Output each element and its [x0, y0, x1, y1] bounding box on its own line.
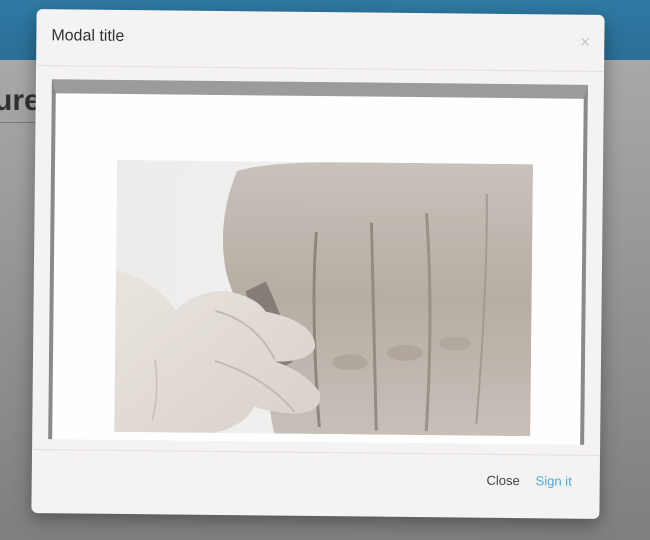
modal-title: Modal title	[51, 27, 125, 45]
modal-header: Modal title ×	[36, 9, 605, 72]
modal-footer: Close Sign it	[31, 449, 601, 520]
background-divider	[0, 122, 40, 123]
modal-dialog: Modal title × Close Sign it	[31, 9, 605, 520]
close-button[interactable]: Close	[486, 473, 519, 488]
close-icon[interactable]: ×	[580, 32, 591, 52]
modal-body	[48, 79, 588, 451]
hands-photo	[114, 159, 534, 437]
sign-it-button[interactable]: Sign it	[536, 473, 572, 488]
